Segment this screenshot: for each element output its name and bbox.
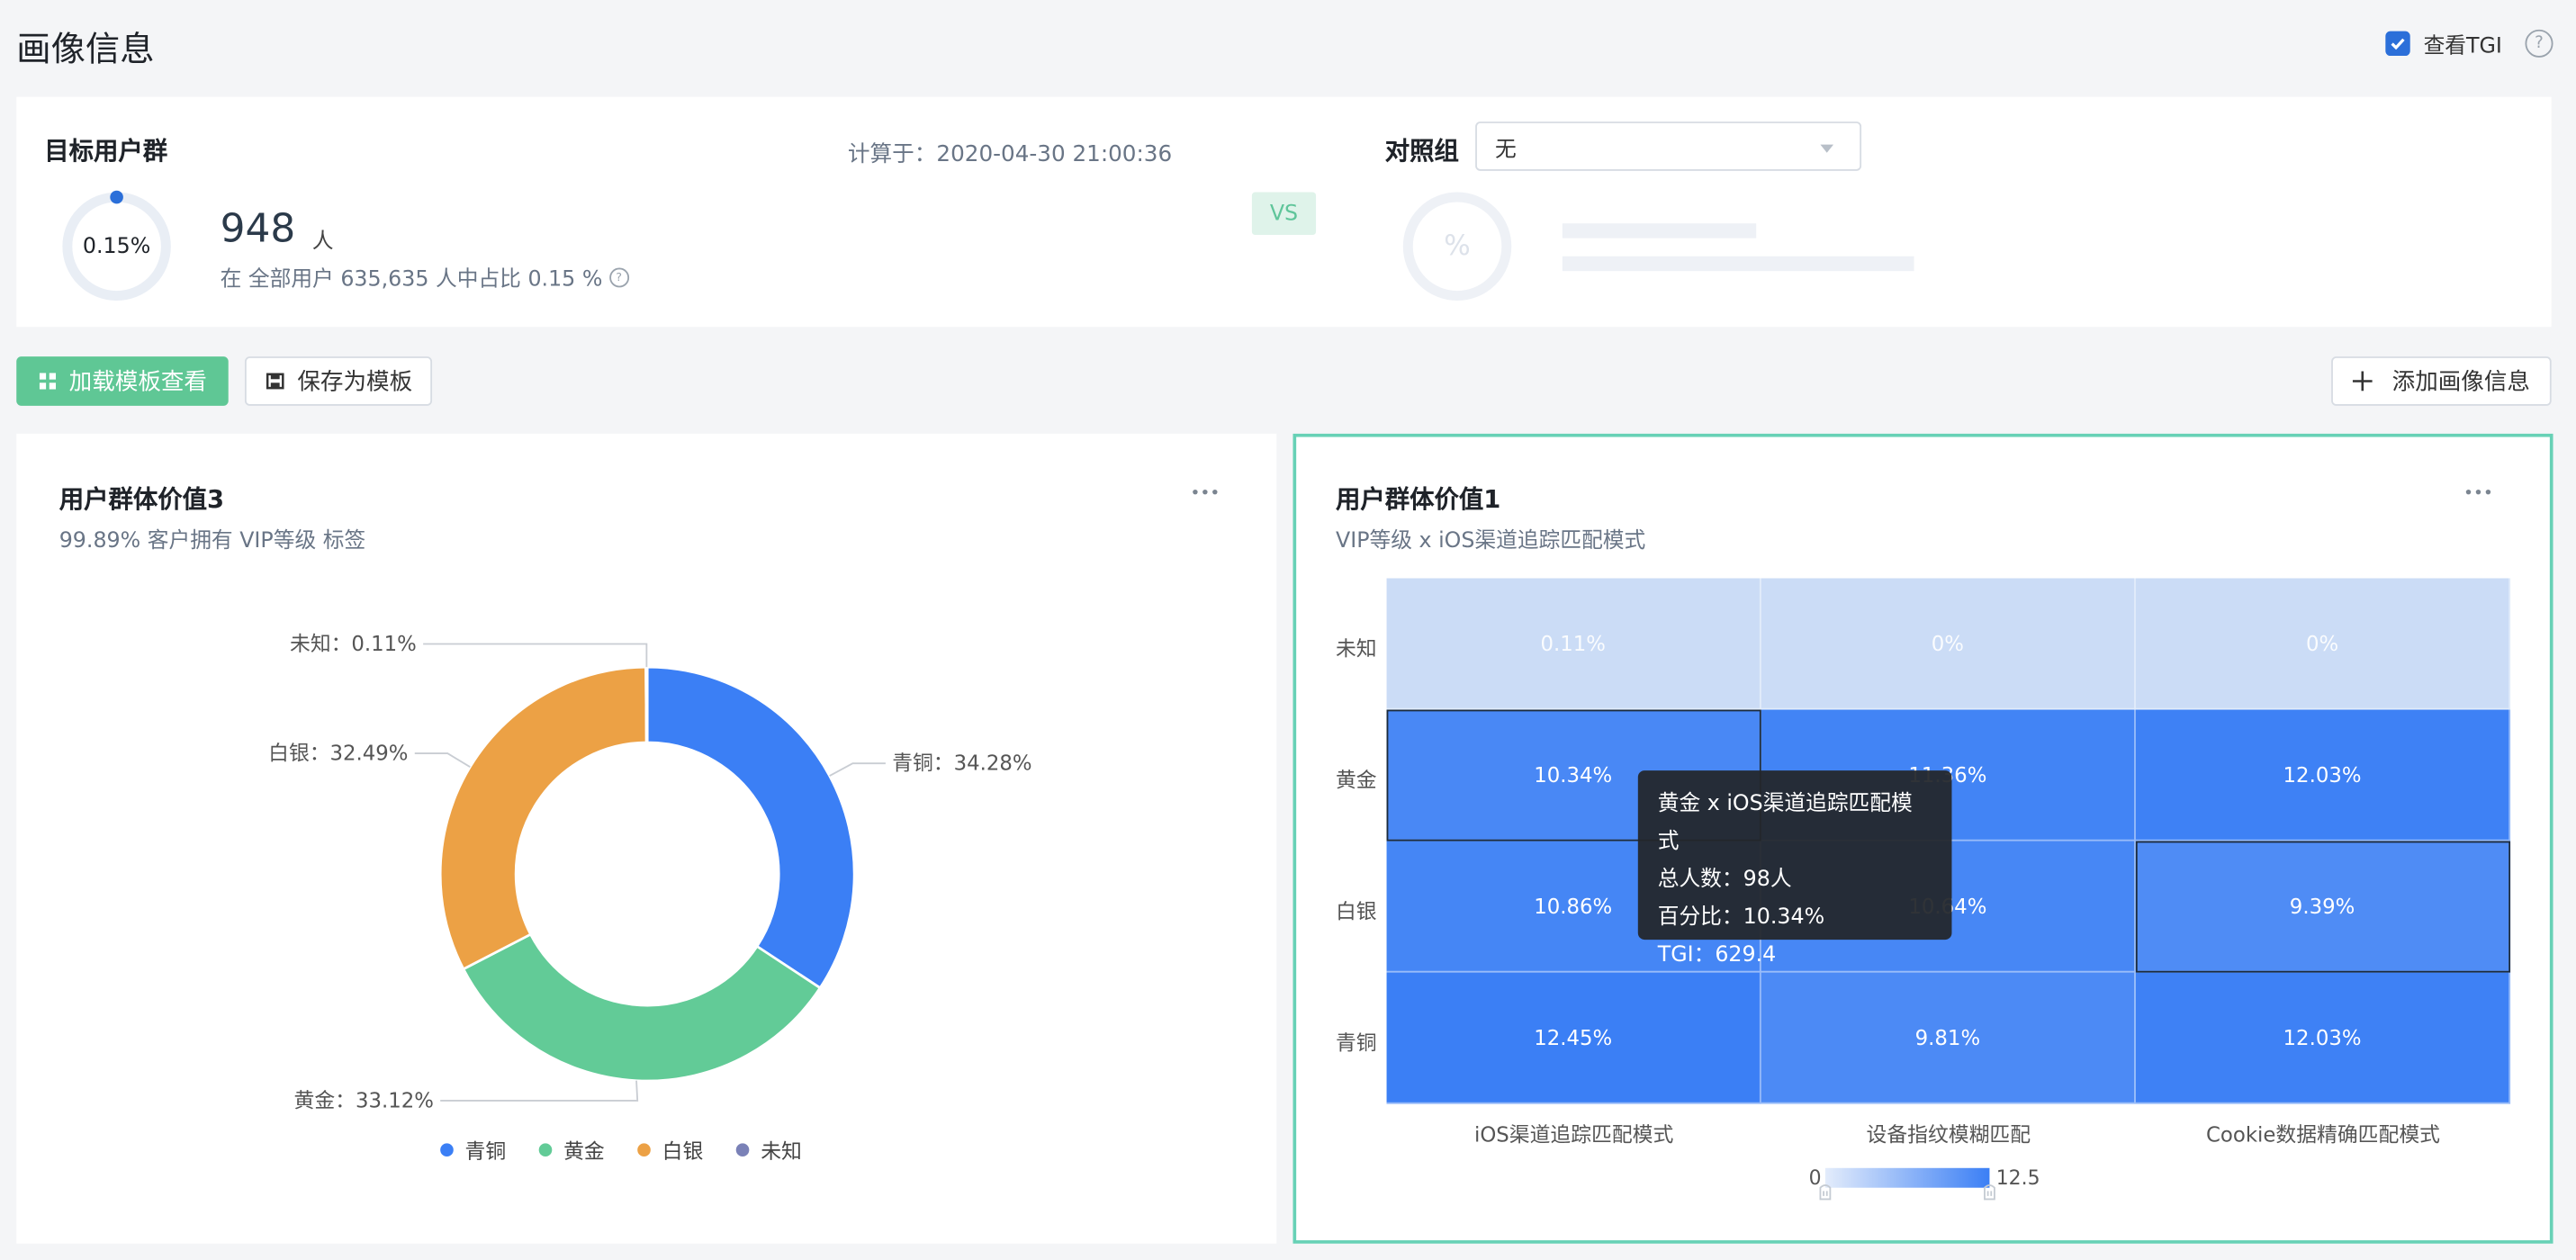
tooltip-title: 黄金 x iOS渠道追踪匹配模式: [1657, 791, 1913, 855]
heatmap-cell[interactable]: 0%: [1761, 578, 2136, 710]
donut-label: 黄金：33.12%: [294, 1089, 434, 1112]
tgi-toggle[interactable]: 查看TGI ?: [2385, 28, 2553, 59]
legend-item[interactable]: 黄金: [538, 1133, 605, 1165]
check-icon: [2391, 38, 2405, 50]
heatmap-cell[interactable]: 12.45%: [1386, 972, 1761, 1104]
heatmap-cell[interactable]: 12.03%: [2135, 972, 2511, 1104]
heatmap-row-label: 黄金: [1335, 767, 1377, 792]
donut-label: 未知：0.11%: [290, 633, 417, 656]
heatmap-col-label: Cookie数据精确匹配模式: [2205, 1121, 2440, 1148]
heatmap-col-label: 设备指纹模糊匹配: [1866, 1121, 2031, 1148]
heatmap-cell[interactable]: 12.03%: [2135, 709, 2511, 842]
compare-ring-pct: %: [1444, 230, 1471, 264]
tooltip-line: TGI：629.4: [1657, 942, 1777, 968]
donut-leader-line: [423, 643, 648, 668]
legend-label: 未知: [761, 1138, 802, 1164]
donut-slice-白银[interactable]: [438, 665, 648, 971]
tooltip-line: 百分比：10.34%: [1657, 904, 1825, 931]
donut-slice-未知[interactable]: [644, 665, 649, 744]
help-icon[interactable]: ?: [2525, 29, 2553, 58]
heatmap-row-label: 白银: [1335, 898, 1377, 923]
legend-label: 黄金: [563, 1138, 605, 1164]
caret-down-icon: [1820, 144, 1834, 153]
compare-ring-placeholder: %: [1400, 189, 1515, 304]
skeleton-bar: [1562, 256, 1914, 272]
plus-icon: [2352, 371, 2373, 392]
compare-group-select[interactable]: 无: [1475, 122, 1862, 171]
legend-dot: [538, 1142, 553, 1156]
donut-leader-line: [414, 752, 471, 768]
heatmap-row-label: 青铜: [1335, 1030, 1377, 1055]
heatmap-cell[interactable]: 9.81%: [1761, 972, 2136, 1104]
heatmap-cell[interactable]: 0.11%: [1386, 578, 1761, 710]
heatmap-col-label: iOS渠道追踪匹配模式: [1473, 1121, 1674, 1148]
add-profile-label: 添加画像信息: [2391, 369, 2530, 396]
handle-icon: [1819, 1184, 1832, 1201]
panel-title: 用户群体价值1: [1335, 484, 1501, 515]
tooltip-line: 总人数：98人: [1657, 867, 1792, 893]
legend-label: 青铜: [464, 1138, 507, 1164]
donut-label: 青铜：34.28%: [892, 752, 1031, 775]
donut-leader-line: [440, 1080, 639, 1102]
donut-legend: 青铜 黄金 白银 未知: [440, 1133, 802, 1165]
panel-subtitle: VIP等级 x iOS渠道追踪匹配模式: [1335, 528, 1646, 554]
legend-label: 白银: [662, 1138, 704, 1164]
tgi-checkbox[interactable]: [2385, 31, 2410, 57]
legend-item[interactable]: 青铜: [440, 1133, 506, 1165]
tgi-label: 查看TGI: [2423, 34, 2502, 59]
legend-item[interactable]: 白银: [637, 1133, 703, 1165]
handle-icon: [1984, 1184, 1995, 1201]
heatmap-tooltip: 黄金 x iOS渠道追踪匹配模式 总人数：98人 百分比：10.34% TGI：…: [1637, 770, 1952, 968]
donut-slice-青铜[interactable]: [645, 665, 856, 990]
legend-dot: [735, 1142, 750, 1156]
donut-leader-line: [829, 762, 886, 777]
donut-chart: 青铜：34.28% 黄金：33.12% 白银：32.49% 未知：0.11%: [268, 633, 1031, 1112]
add-profile-button[interactable]: 添加画像信息: [2331, 356, 2552, 406]
legend-dot: [440, 1142, 454, 1156]
more-icon[interactable]: [2465, 489, 2491, 495]
heatmap-cell[interactable]: 0%: [2135, 578, 2511, 710]
visual-map-max-label: 12.5: [1995, 1166, 2040, 1190]
heatmap-cell[interactable]: 9.39%: [2135, 841, 2511, 973]
donut-label: 白银：32.49%: [268, 742, 408, 765]
heatmap-row-label: 未知: [1335, 635, 1377, 661]
skeleton-bar: [1562, 223, 1757, 238]
legend-dot: [637, 1142, 651, 1156]
compare-group-title: 对照组: [1384, 136, 1459, 166]
legend-item[interactable]: 未知: [735, 1133, 802, 1165]
compare-select-value: 无: [1495, 137, 1517, 162]
visual-map-handles[interactable]: [1817, 1181, 1998, 1201]
donut-slice-黄金[interactable]: [462, 932, 823, 1083]
